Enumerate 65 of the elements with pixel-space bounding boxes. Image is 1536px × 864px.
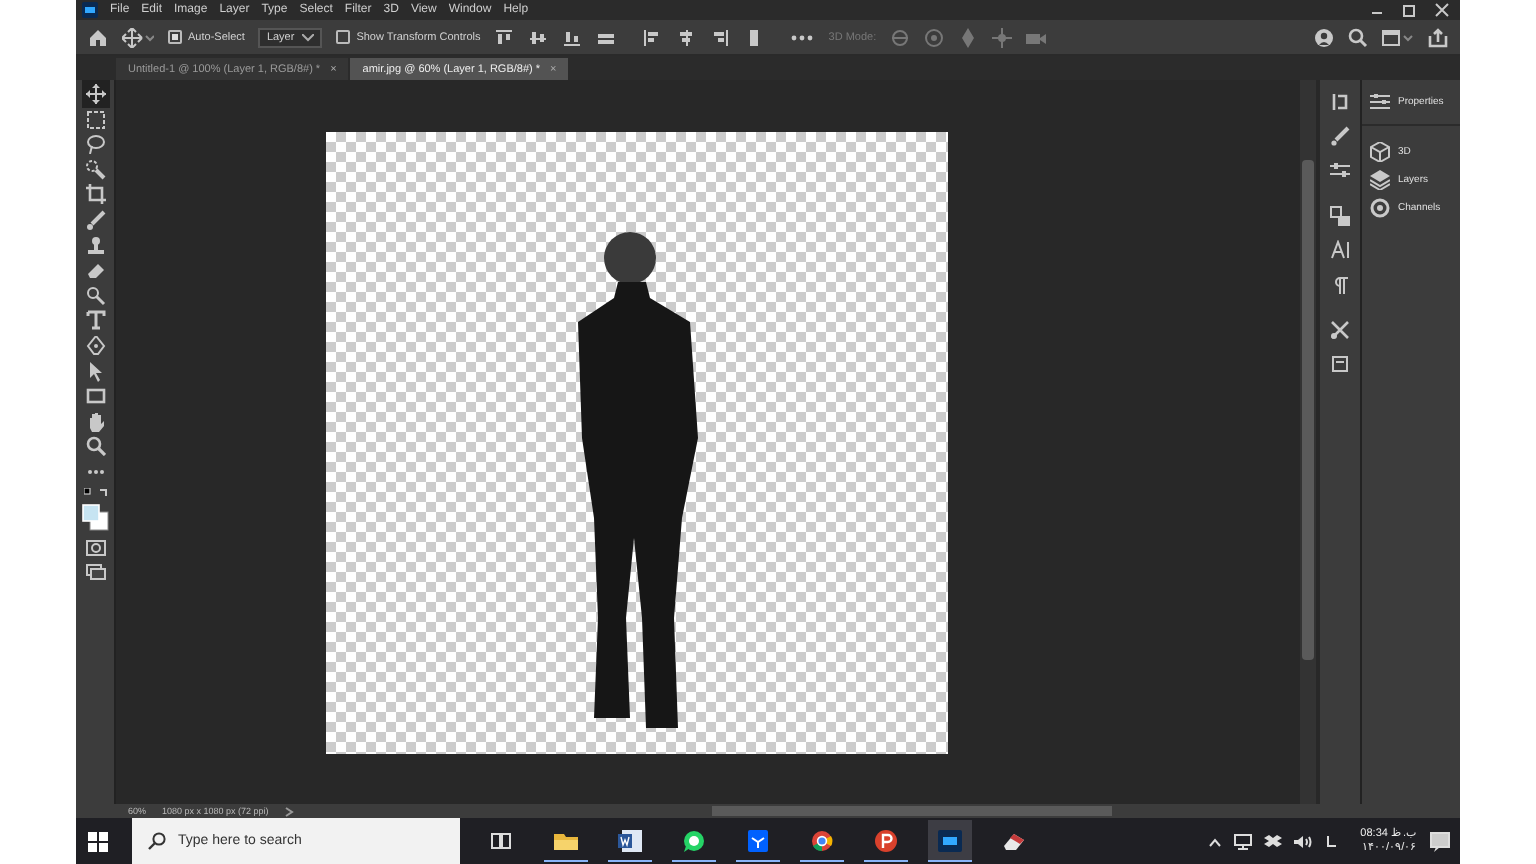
pen-tool-icon[interactable] — [85, 335, 105, 356]
close-icon[interactable] — [1432, 2, 1452, 18]
history-icon[interactable] — [1330, 92, 1350, 112]
roll-icon[interactable] — [924, 27, 945, 47]
note-icon[interactable] — [1330, 354, 1350, 374]
align-icon[interactable] — [494, 27, 515, 47]
move-tool-icon[interactable] — [85, 84, 105, 104]
windows-start-icon[interactable] — [88, 831, 108, 851]
marquee-tool-icon[interactable] — [85, 109, 105, 130]
brush-preset-icon[interactable] — [1330, 126, 1350, 146]
text-tool-icon[interactable] — [85, 310, 105, 331]
align-icon[interactable] — [528, 27, 549, 47]
color-swatches-icon[interactable] — [81, 504, 109, 533]
align-icon[interactable] — [710, 27, 731, 47]
chevron-up-icon[interactable] — [1208, 835, 1223, 847]
channels-panel-icon — [1370, 198, 1390, 218]
keyboard-language-icon[interactable] — [1324, 833, 1341, 849]
workspace-icon[interactable] — [1382, 27, 1414, 47]
scroll-thumb[interactable] — [1302, 160, 1314, 660]
properties-panel-icon — [1370, 92, 1390, 112]
move-tool-icon[interactable] — [122, 27, 154, 47]
search-icon — [148, 832, 166, 850]
adjustments-icon[interactable] — [1330, 160, 1350, 180]
share-icon[interactable] — [1428, 27, 1448, 47]
hand-tool-icon[interactable] — [85, 411, 105, 432]
cube-panel-icon — [1370, 142, 1390, 162]
scroll-thumb[interactable] — [712, 806, 1113, 816]
app-logo-icon — [82, 2, 98, 18]
checkbox-box[interactable] — [168, 30, 182, 44]
layers-panel-icon — [1370, 170, 1390, 190]
paragraph-icon[interactable] — [1330, 274, 1350, 294]
crop-tool-icon[interactable] — [85, 184, 105, 205]
screen-mode-icon[interactable] — [85, 562, 105, 583]
brush-tool-icon[interactable] — [85, 209, 105, 230]
orbit-icon[interactable] — [890, 27, 911, 47]
tools-icon[interactable] — [1330, 320, 1350, 340]
photoshop-icon[interactable] — [928, 820, 972, 862]
cloud-user-icon[interactable] — [1314, 27, 1334, 47]
eraser-tool-icon[interactable] — [85, 260, 105, 281]
swap-colors-icon[interactable] — [83, 487, 107, 499]
restore-icon[interactable] — [1400, 2, 1420, 18]
clone-source-icon[interactable] — [1330, 206, 1350, 226]
quick-mask-icon[interactable] — [85, 537, 105, 558]
search-icon[interactable] — [1348, 27, 1368, 47]
dodge-tool-icon[interactable] — [85, 285, 105, 306]
notifications-icon[interactable] — [1430, 831, 1452, 851]
zoom-tool-icon[interactable] — [85, 436, 105, 457]
pointer-icon[interactable] — [85, 361, 105, 382]
quick-selection-icon[interactable] — [85, 159, 105, 180]
chevron-icon[interactable] — [284, 805, 297, 817]
pan-icon[interactable] — [958, 27, 979, 47]
align-icon[interactable] — [642, 27, 663, 47]
rectangle-tool-icon[interactable] — [85, 386, 105, 407]
lasso-tool-icon[interactable] — [85, 134, 105, 155]
home-icon[interactable] — [88, 27, 108, 47]
caret-icon[interactable] — [302, 33, 315, 41]
align-icon[interactable] — [676, 27, 697, 47]
speaker-icon[interactable] — [1294, 833, 1313, 849]
character-icon[interactable] — [1330, 240, 1350, 260]
network-icon[interactable] — [1234, 833, 1253, 849]
slide-icon[interactable] — [992, 27, 1013, 47]
align-icon[interactable] — [562, 27, 583, 47]
checkbox-box[interactable] — [336, 30, 351, 44]
stamp-tool-icon[interactable] — [85, 235, 105, 256]
vertical-scrollbar[interactable] — [1300, 80, 1316, 804]
